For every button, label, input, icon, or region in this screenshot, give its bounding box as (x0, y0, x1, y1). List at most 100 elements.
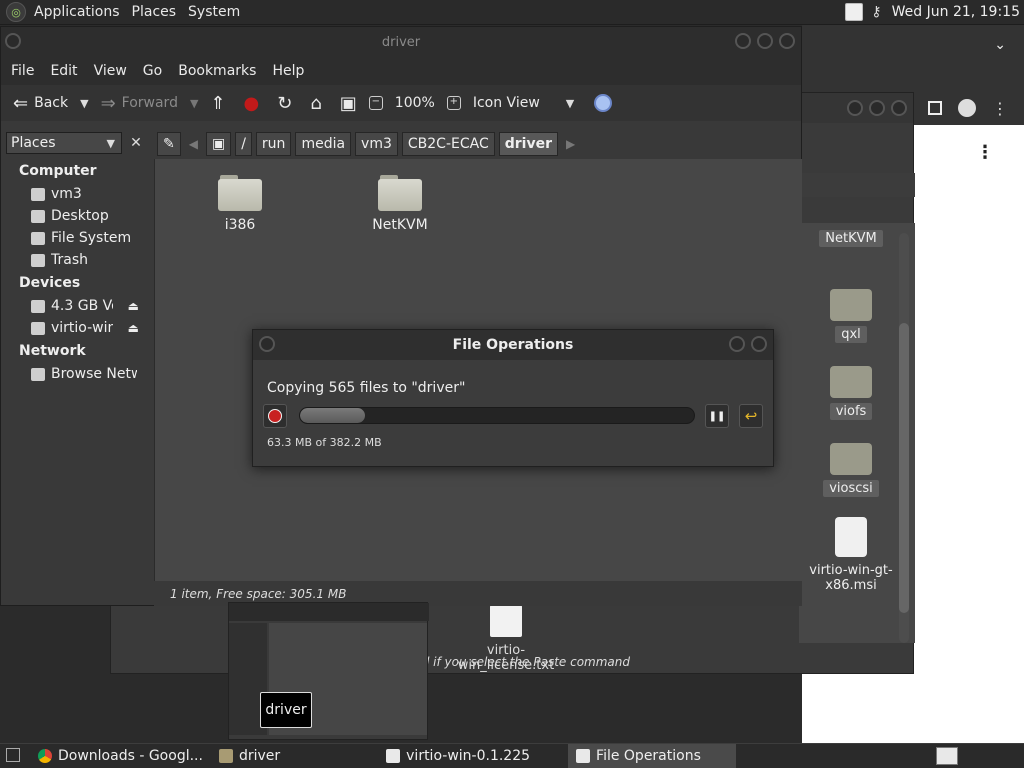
menu-dots-icon[interactable]: ⋮ (992, 99, 1008, 118)
places-selector[interactable]: Places ▼ (6, 132, 122, 154)
system-menu[interactable]: System (182, 4, 246, 20)
folder-icon (378, 175, 422, 211)
eject-icon[interactable]: ⏏ (128, 321, 139, 335)
maximize-button[interactable] (869, 100, 885, 116)
chrome-page (914, 125, 1024, 743)
side-panel-icon[interactable] (928, 101, 942, 115)
edit-location-button[interactable]: ✎ (157, 132, 181, 156)
menu-file[interactable]: File (3, 63, 42, 79)
folder-netkvm[interactable]: NetKVM (355, 175, 445, 233)
path-segment-root[interactable]: / (235, 132, 252, 156)
reload-icon: ↻ (277, 92, 293, 114)
file-manager-window: driver File Edit View Go Bookmarks Help … (0, 26, 802, 606)
file-icon (835, 517, 867, 557)
path-scroll-right-icon[interactable]: ▶ (562, 137, 579, 151)
home-button[interactable]: ⌂ (304, 88, 327, 118)
close-button[interactable] (751, 336, 767, 352)
sidebar-item-filesystem[interactable]: File System (1, 227, 153, 249)
folder-icon (830, 366, 872, 398)
cancel-copy-button[interactable] (263, 404, 287, 428)
view-mode-select[interactable]: Icon View (467, 88, 546, 118)
menu-help[interactable]: Help (264, 63, 312, 79)
bg-folder-vioscsi[interactable]: vioscsi (801, 443, 901, 497)
applications-menu[interactable]: Applications (28, 4, 126, 20)
title-bar[interactable]: driver (1, 27, 801, 57)
undo-button[interactable]: ↩ (739, 404, 763, 428)
show-desktop-button[interactable] (0, 744, 30, 768)
stop-button[interactable]: ● (238, 88, 266, 118)
toolbar: ⇐ Back ▼ ⇒ Forward ▼ ⇑ ● ↻ ⌂ ▣ − 100% + … (1, 85, 801, 121)
back-button[interactable]: ⇐ Back (7, 88, 74, 118)
menu-go[interactable]: Go (135, 63, 170, 79)
sidebar-item-virtio[interactable]: virtio-win-0.1.225 ⏏ (1, 317, 153, 339)
close-sidebar-icon[interactable]: ✕ (126, 132, 146, 154)
close-button[interactable] (891, 100, 907, 116)
menu-bookmarks[interactable]: Bookmarks (170, 63, 264, 79)
minimize-button[interactable] (729, 336, 745, 352)
sidebar-item-trash[interactable]: Trash (1, 249, 153, 271)
dialog-title-bar[interactable]: File Operations (253, 330, 773, 360)
reload-button[interactable]: ↻ (271, 88, 298, 118)
path-segment-media[interactable]: media (295, 132, 352, 156)
window-menu-button[interactable] (259, 336, 275, 352)
key-icon[interactable]: ⚷ (871, 4, 881, 20)
sidebar-item-home[interactable]: vm3 (1, 183, 153, 205)
bg-folder-viofs[interactable]: viofs (801, 366, 901, 420)
sidebar-item-label: vm3 (51, 186, 82, 202)
minimize-button[interactable] (847, 100, 863, 116)
chevron-down-icon[interactable]: ⌄ (994, 37, 1006, 53)
task-driver[interactable]: driver (211, 744, 288, 768)
path-root-icon[interactable]: ▣ (205, 132, 232, 156)
task-file-operations[interactable]: File Operations (568, 743, 737, 768)
sidebar-item-browse-network[interactable]: Browse Network (1, 363, 153, 385)
sidebar-item-desktop[interactable]: Desktop (1, 205, 153, 227)
file-operations-dialog: File Operations Copying 565 files to "dr… (252, 329, 774, 467)
clock[interactable]: Wed Jun 21, 19:15 (892, 4, 1020, 20)
bg-scrollbar[interactable] (899, 233, 909, 643)
folder-i386[interactable]: i386 (195, 175, 285, 233)
bg-file-msi[interactable]: virtio-win-gt-x86.msi (801, 517, 901, 593)
more-vert-icon[interactable]: ⋮ (976, 142, 994, 163)
menu-view[interactable]: View (86, 63, 135, 79)
zoom-out-icon[interactable]: − (368, 96, 383, 110)
file-label: NetKVM (372, 217, 428, 233)
window-thumbnail[interactable] (228, 602, 429, 740)
bg-folder-netkvm[interactable]: NetKVM (801, 230, 901, 247)
forward-button[interactable]: ⇒ Forward (95, 88, 184, 118)
window-menu-button[interactable] (5, 33, 21, 49)
task-chrome[interactable]: Downloads - Googl... (30, 744, 211, 768)
computer-button[interactable]: ▣ (334, 88, 363, 118)
chevron-down-icon: ▼ (106, 136, 115, 150)
document-icon (490, 605, 522, 637)
task-virtio[interactable]: virtio-win-0.1.225 (378, 744, 538, 768)
close-button[interactable] (779, 33, 795, 49)
path-segment-driver[interactable]: driver (498, 132, 558, 156)
up-button[interactable]: ⇑ (204, 88, 231, 118)
menu-edit[interactable]: Edit (42, 63, 85, 79)
sidebar-item-volume[interactable]: 4.3 GB Volume ⏏ (1, 295, 153, 317)
bg-item-label: NetKVM (819, 230, 883, 247)
minimize-button[interactable] (735, 33, 751, 49)
account-icon[interactable] (956, 97, 978, 119)
view-mode-dropdown[interactable]: ▼ (566, 97, 574, 110)
forward-history-dropdown[interactable]: ▼ (190, 97, 198, 110)
eject-icon[interactable]: ⏏ (128, 299, 139, 313)
bg-folder-qxl[interactable]: qxl (801, 289, 901, 343)
search-icon[interactable] (594, 94, 613, 112)
scrollbar-thumb[interactable] (899, 323, 909, 613)
pause-button[interactable]: ❚❚ (705, 404, 729, 428)
path-scroll-left-icon[interactable]: ◀ (185, 137, 202, 151)
path-segment-vm3[interactable]: vm3 (355, 132, 398, 156)
zoom-in-icon[interactable]: + (446, 96, 461, 110)
clipboard-icon[interactable] (845, 3, 864, 21)
path-segment-run[interactable]: run (255, 132, 292, 156)
dialog-title: File Operations (452, 337, 574, 353)
distro-logo-icon[interactable]: ◎ (6, 2, 26, 22)
task-label: virtio-win-0.1.225 (406, 748, 531, 764)
zoom-level[interactable]: 100% (389, 88, 441, 118)
places-menu[interactable]: Places (126, 4, 183, 20)
workspace-switcher-icon[interactable] (936, 747, 958, 765)
path-segment-volume[interactable]: CB2C-ECAC (401, 132, 495, 156)
back-history-dropdown[interactable]: ▼ (80, 97, 88, 110)
maximize-button[interactable] (757, 33, 773, 49)
